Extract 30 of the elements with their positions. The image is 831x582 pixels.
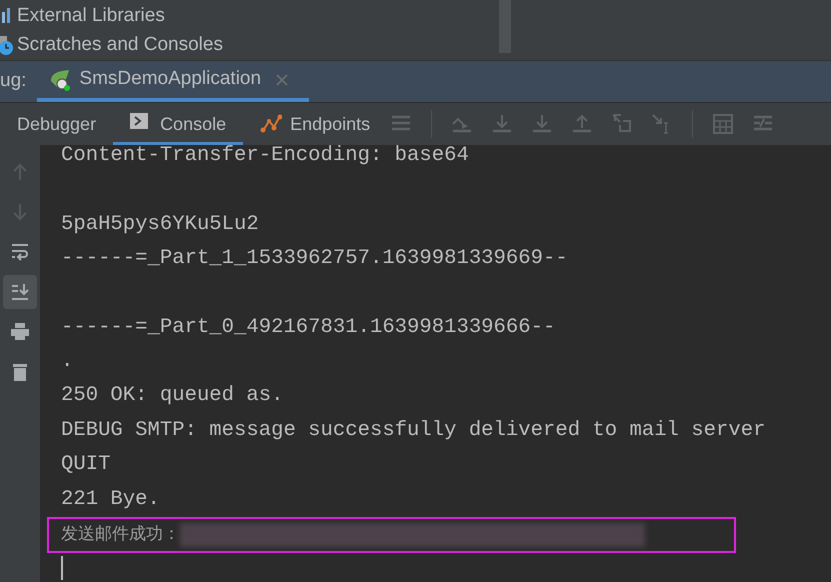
console-line: ------=_Part_1_1533962757.1639981339669-- [61, 246, 568, 272]
toolbar-tab[interactable]: Console [113, 103, 244, 145]
down-arrow-icon[interactable] [492, 114, 512, 134]
clock-icon [0, 35, 13, 56]
printer-icon [10, 322, 30, 342]
nodes-graph-icon [260, 112, 282, 132]
calculator-icon[interactable] [713, 114, 734, 134]
console-line: . [61, 349, 74, 376]
gutter-button[interactable] [3, 275, 37, 309]
console-line: QUIT [61, 452, 110, 478]
frame-arrow-icon[interactable] [612, 114, 632, 134]
console-line: 发送邮件成功： [61, 522, 180, 546]
up-arrow-icon[interactable] [572, 114, 592, 134]
debug-label: ug: [0, 69, 28, 94]
console-line: Content-Transfer-Encoding: base64 [61, 145, 469, 169]
trash-icon [10, 362, 30, 382]
tree-item[interactable]: Scratches and Consoles [17, 31, 223, 60]
console-line: DEBUG SMTP: message successfully delivered to mail server [61, 418, 766, 444]
toolbar-tab[interactable]: Endpoints [243, 103, 388, 145]
wrap-lines-icon [10, 242, 30, 262]
bars-icon [0, 6, 13, 26]
down-arrow-icon[interactable] [532, 114, 552, 134]
console-line: 5paH5pys6YKu5Lu2 [61, 212, 259, 238]
console-line: ------=_Part_0_492167831.1639981339666-- [61, 314, 556, 341]
close-icon[interactable] [275, 72, 290, 86]
tree-item[interactable]: External Libraries [17, 2, 165, 30]
scroll-to-end-icon [10, 282, 30, 302]
toolbar-tab[interactable]: Debugger [0, 103, 114, 145]
console-line: 250 OK: queued as. [61, 383, 284, 410]
console-line: 221 Bye. [61, 486, 160, 513]
